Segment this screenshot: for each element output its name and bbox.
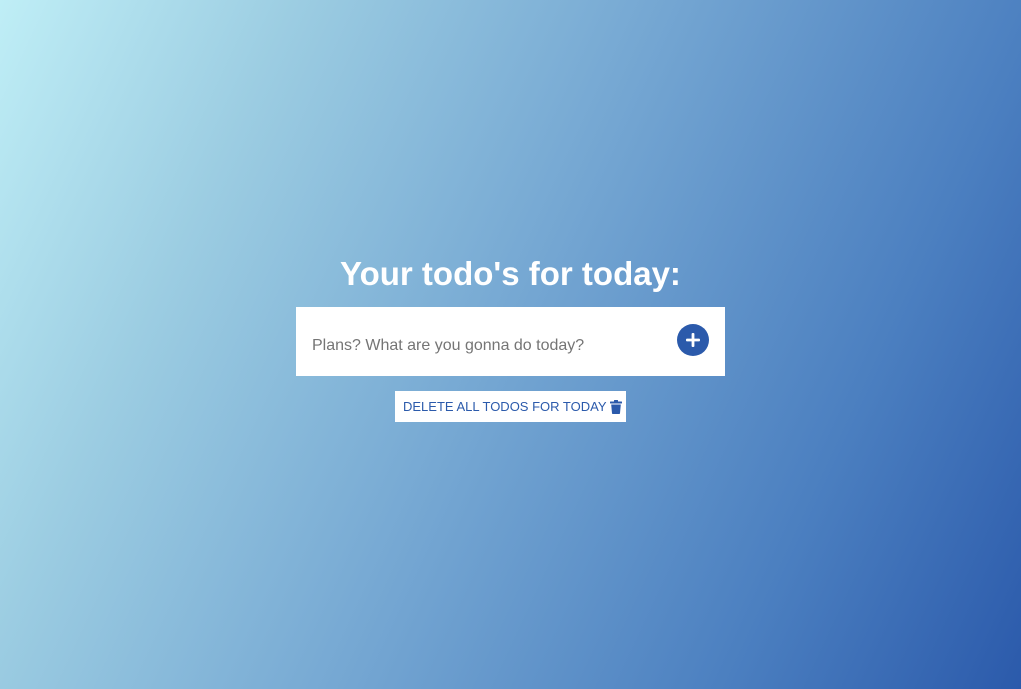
page-title: Your todo's for today:: [340, 255, 681, 292]
delete-all-label: DELETE ALL TODOS FOR TODAY: [403, 399, 607, 414]
add-todo-button[interactable]: [677, 324, 709, 356]
plus-icon: [686, 333, 700, 347]
delete-all-todos-button[interactable]: DELETE ALL TODOS FOR TODAY: [395, 391, 626, 422]
todo-input[interactable]: [312, 329, 662, 363]
trash-icon: [609, 399, 622, 414]
todo-form: [296, 307, 725, 376]
todo-app: Your todo's for today: DELETE ALL TODOS …: [0, 0, 1021, 689]
